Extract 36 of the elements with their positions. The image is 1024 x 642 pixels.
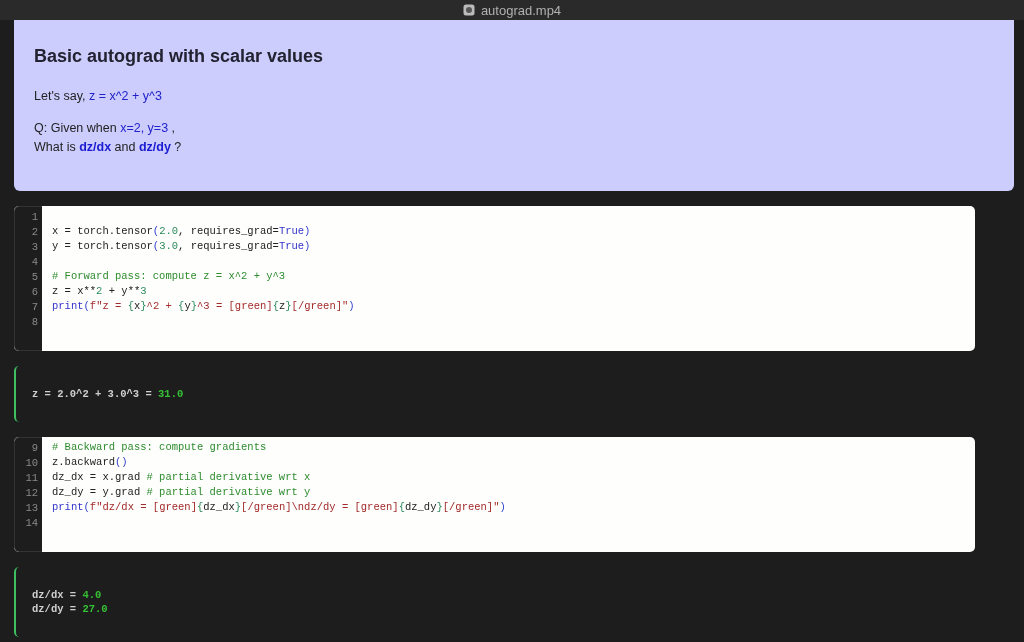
cell-heading: Basic autograd with scalar values [34, 46, 325, 67]
code-line: z.backward() [52, 456, 128, 468]
code-line: print(f"z = {x}^2 + {y}^3 = [green]{z}[/green]") [52, 300, 355, 312]
line-number: 3 [30, 240, 39, 255]
line-number: 14 [24, 516, 39, 531]
line-number: 11 [24, 471, 39, 486]
window-title: autograd.mp4 [480, 2, 562, 18]
output-marker [14, 567, 19, 637]
line-number: 4 [30, 255, 39, 270]
code-line: print(f"dz/dx = [green]{dz_dx}[/green]\ndz/dy = [green]{dz_dy}[/green]") [52, 501, 506, 513]
line-number: 2 [30, 225, 39, 240]
code-line: y = torch.tensor(3.0, requires_grad=True) [52, 240, 311, 252]
line-number: 5 [30, 270, 39, 285]
code-line: dz_dy = y.grad # partial derivative wrt y [52, 486, 311, 498]
output-line: dz/dx = 4.0 [32, 589, 102, 601]
line-number: 8 [30, 315, 39, 330]
file-icon [462, 4, 475, 16]
code-cell[interactable] [14, 206, 975, 351]
code-cell[interactable] [14, 437, 975, 552]
code-line: z = x**2 + y**3 [52, 285, 147, 297]
line-number: 12 [24, 486, 39, 501]
code-line: dz_dx = x.grad # partial derivative wrt x [52, 471, 311, 483]
line-number: 7 [30, 300, 39, 315]
line-number: 9 [30, 441, 39, 456]
line-number: 10 [24, 456, 39, 471]
output-line: dz/dy = 27.0 [32, 603, 108, 615]
paragraph: Q: Given when x=2, y=3 , What is dz/dx and dz/dy ? [34, 120, 183, 156]
line-number: 1 [30, 210, 39, 225]
output-marker [14, 366, 19, 422]
output-line: z = 2.0^2 + 3.0^3 = 31.0 [32, 388, 184, 400]
line-number: 6 [30, 285, 39, 300]
code-line: # Backward pass: compute gradients [52, 441, 267, 453]
paragraph: Let's say, z = x^2 + y^3 [34, 88, 163, 105]
code-line: # Forward pass: compute z = x^2 + y^3 [52, 270, 286, 282]
code-line: x = torch.tensor(2.0, requires_grad=True) [52, 225, 311, 237]
line-number: 13 [24, 501, 39, 516]
